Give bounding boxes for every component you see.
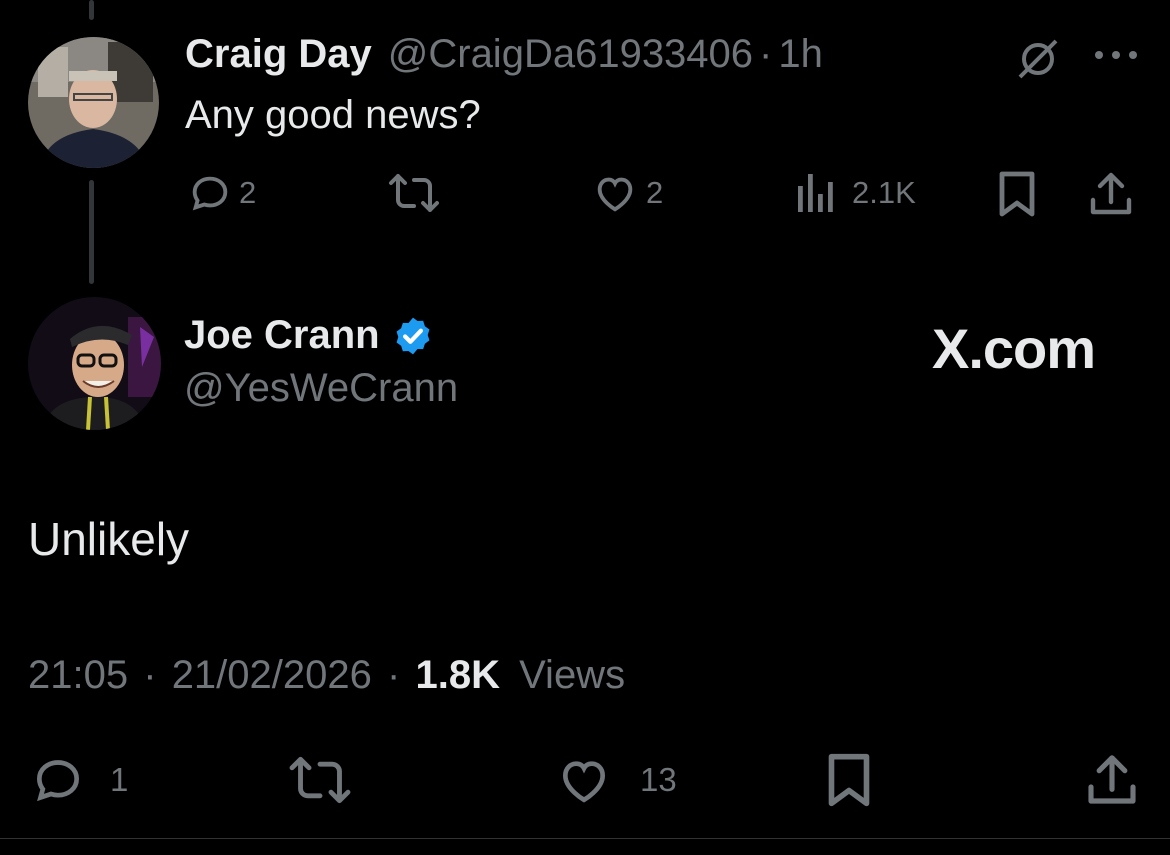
bookmark-icon bbox=[996, 170, 1038, 218]
share-action[interactable] bbox=[1088, 170, 1134, 218]
like-count: 13 bbox=[640, 761, 677, 798]
avatar-craig-day[interactable] bbox=[28, 37, 159, 168]
header-separator: · bbox=[759, 32, 773, 76]
like-icon bbox=[592, 170, 638, 216]
share-action[interactable] bbox=[1084, 752, 1140, 808]
views-icon bbox=[796, 170, 836, 216]
repost-action[interactable] bbox=[286, 752, 354, 808]
like-action[interactable]: 13 bbox=[554, 752, 677, 808]
more-icon[interactable] bbox=[1093, 48, 1139, 62]
avatar-joe-crann[interactable] bbox=[28, 297, 161, 430]
main-tweet-author-row: Joe Crann bbox=[184, 313, 434, 358]
views-count-bold[interactable]: 1.8K bbox=[415, 653, 500, 697]
repost-action[interactable] bbox=[388, 170, 440, 216]
views-action[interactable]: 2.1K bbox=[796, 170, 916, 216]
reply-icon bbox=[28, 752, 88, 808]
grok-icon[interactable] bbox=[1015, 36, 1061, 82]
verified-badge-icon bbox=[392, 315, 434, 357]
tweet-time[interactable]: 21:05 bbox=[28, 653, 128, 697]
main-tweet-text: Unlikely bbox=[28, 513, 190, 565]
avatar-image bbox=[28, 297, 161, 430]
reply-action[interactable]: 1 bbox=[28, 752, 128, 808]
like-action[interactable]: 2 bbox=[592, 170, 663, 216]
reply-count: 1 bbox=[110, 761, 129, 798]
reply-tweet-header: Craig Day @CraigDa61933406 · 1h bbox=[185, 32, 823, 82]
share-icon bbox=[1084, 752, 1140, 808]
like-icon bbox=[554, 752, 614, 808]
tweet-date[interactable]: 21/02/2026 bbox=[172, 653, 372, 697]
reply-count: 2 bbox=[239, 175, 257, 210]
bookmark-action[interactable] bbox=[824, 752, 874, 808]
avatar-image bbox=[28, 37, 159, 168]
reply-tweet-text: Any good news? bbox=[185, 93, 481, 137]
author-handle[interactable]: @CraigDa61933406 bbox=[388, 32, 753, 77]
author-handle[interactable]: @YesWeCrann bbox=[184, 366, 458, 411]
views-count: 2.1K bbox=[852, 175, 916, 210]
x-com-watermark: X.com bbox=[932, 317, 1096, 380]
reply-icon bbox=[187, 170, 233, 216]
bookmark-action[interactable] bbox=[996, 170, 1038, 218]
meta-separator-2: · bbox=[387, 653, 401, 697]
tweet-meta: 21:05 · 21/02/2026 · 1.8K Views bbox=[28, 653, 625, 698]
meta-separator: · bbox=[143, 653, 157, 697]
share-icon bbox=[1088, 170, 1134, 218]
like-count: 2 bbox=[646, 175, 664, 210]
author-name[interactable]: Joe Crann bbox=[184, 313, 380, 358]
bookmark-icon bbox=[824, 752, 874, 808]
reply-action[interactable]: 2 bbox=[187, 170, 256, 216]
timestamp[interactable]: 1h bbox=[778, 32, 823, 77]
repost-icon bbox=[388, 170, 440, 216]
repost-icon bbox=[286, 752, 354, 808]
views-label[interactable]: Views bbox=[519, 653, 625, 697]
thread-line-connector bbox=[89, 180, 94, 284]
author-name[interactable]: Craig Day bbox=[185, 32, 372, 77]
thread-line-top bbox=[89, 0, 94, 20]
bottom-divider bbox=[0, 838, 1170, 839]
